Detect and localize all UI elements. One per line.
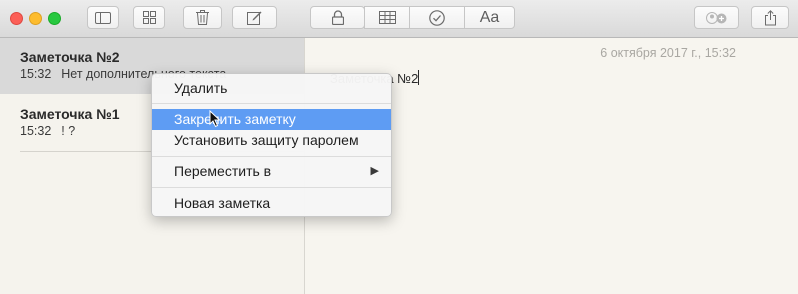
text-cursor [418,70,420,85]
table-icon [378,11,396,24]
compose-icon [247,11,262,25]
window-minimize-button[interactable] [29,12,42,25]
context-menu: Удалить Закрепить заметку Установить защ… [151,73,392,217]
note-time: 15:32 [20,67,52,81]
toggle-sidebar-button[interactable] [87,6,119,29]
menu-item-move-to[interactable]: Переместить в ▶ [152,161,391,182]
menu-item-lock-note[interactable]: Установить защиту паролем [152,130,391,151]
menu-item-delete[interactable]: Удалить [152,78,391,99]
new-note-button[interactable] [232,6,277,29]
menu-item-pin-note[interactable]: Закрепить заметку [152,109,391,130]
format-button[interactable]: Aa [464,6,515,29]
note-meta: 15:32 ! ? [20,124,75,138]
add-people-button[interactable] [694,6,739,29]
menu-separator [152,103,391,104]
note-title: Заметочка №1 [20,106,120,122]
text-format-icon: Aa [479,8,500,26]
share-button[interactable] [751,6,789,29]
menu-separator [152,187,391,188]
share-icon [764,9,776,25]
menu-item-move-to-label: Переместить в [174,163,272,179]
trash-icon [196,10,209,25]
menu-item-new-note[interactable]: Новая заметка [152,193,391,214]
checkmark-circle-icon [429,9,445,26]
submenu-arrow-icon: ▶ [370,165,379,177]
note-title: Заметочка №2 [20,49,120,65]
note-date: 6 октября 2017 г., 15:32 [600,46,736,60]
toolbar: Aa [0,0,798,38]
table-button[interactable] [364,6,410,29]
note-preview: ! ? [61,124,76,138]
delete-button[interactable] [183,6,222,29]
menu-separator [152,156,391,157]
mouse-pointer-icon [209,110,221,128]
checklist-button[interactable] [409,6,465,29]
lock-button[interactable] [310,6,365,29]
grid-icon [142,11,156,24]
window-close-button[interactable] [10,12,23,25]
note-time: 15:32 [20,124,52,138]
sidebar-icon [95,11,111,24]
attachments-browser-button[interactable] [133,6,165,29]
add-people-icon [705,11,726,24]
lock-icon [331,10,344,25]
window-zoom-button[interactable] [48,12,61,25]
